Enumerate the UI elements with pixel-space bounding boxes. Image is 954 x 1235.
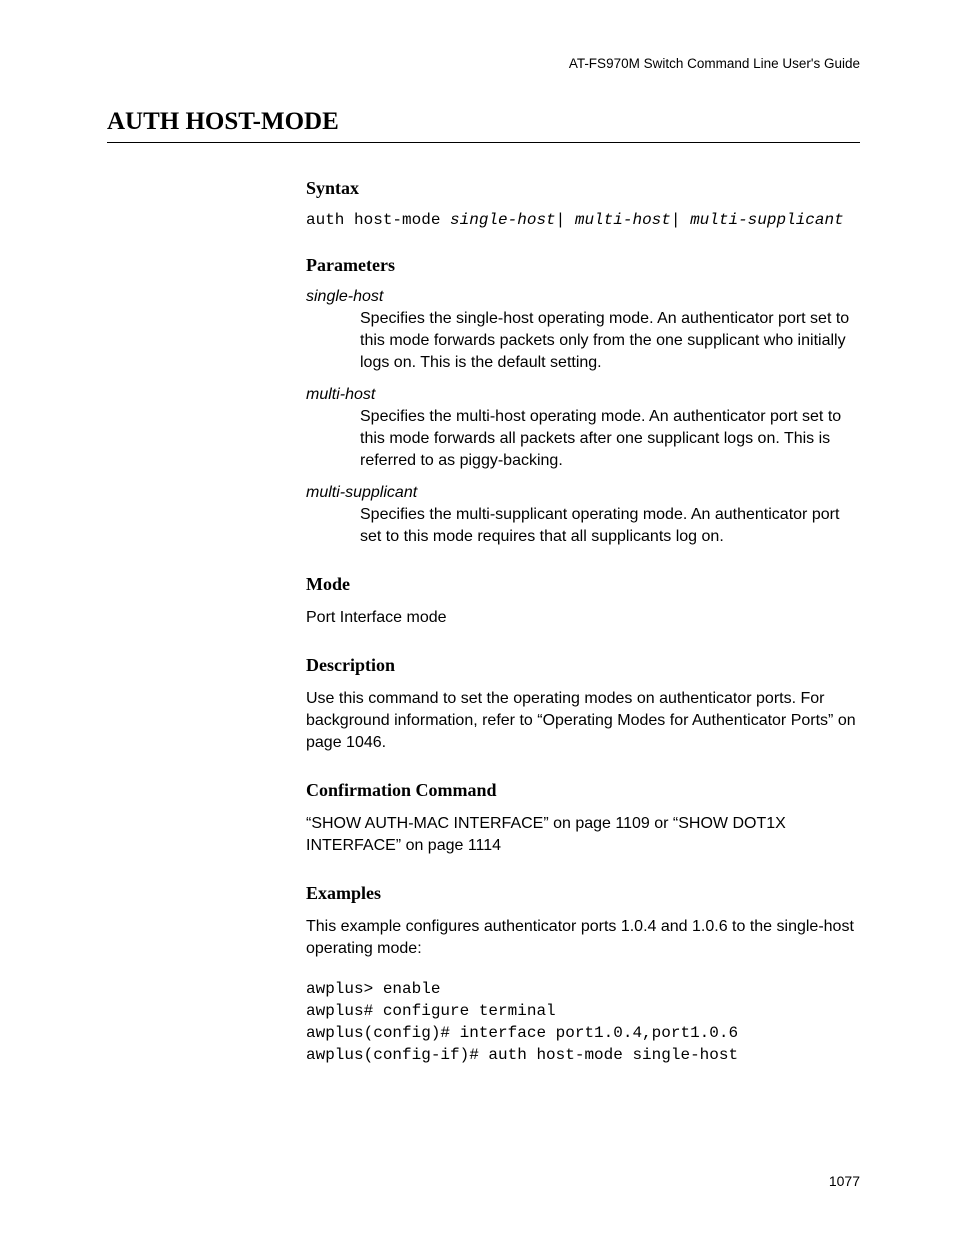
param-term: multi-supplicant [306, 484, 858, 502]
running-header: AT-FS970M Switch Command Line User's Gui… [569, 56, 860, 71]
body-column: Syntax auth host-mode single-host| multi… [306, 178, 858, 1066]
syntax-cmd-prefix: auth host-mode [306, 211, 450, 229]
syntax-cmd-args: single-host| multi-host| multi-supplican… [450, 211, 844, 229]
examples-intro: This example configures authenticator po… [306, 916, 858, 960]
section-parameters-heading: Parameters [306, 255, 858, 276]
syntax-line: auth host-mode single-host| multi-host| … [306, 211, 858, 229]
section-examples-heading: Examples [306, 883, 858, 904]
param-def: Specifies the single-host operating mode… [360, 308, 858, 374]
section-mode-heading: Mode [306, 574, 858, 595]
section-syntax-heading: Syntax [306, 178, 858, 199]
param-term: multi-host [306, 386, 858, 404]
description-text: Use this command to set the operating mo… [306, 688, 858, 754]
param-def: Specifies the multi-supplicant operating… [360, 504, 858, 548]
section-description-heading: Description [306, 655, 858, 676]
page-number: 1077 [829, 1173, 860, 1189]
confirmation-text: “SHOW AUTH-MAC INTERFACE” on page 1109 o… [306, 813, 858, 857]
section-confirmation-heading: Confirmation Command [306, 780, 858, 801]
page-title: AUTH HOST-MODE [107, 108, 860, 143]
mode-text: Port Interface mode [306, 607, 858, 629]
page: AT-FS970M Switch Command Line User's Gui… [0, 0, 954, 1235]
param-term: single-host [306, 288, 858, 306]
param-def: Specifies the multi-host operating mode.… [360, 406, 858, 472]
examples-code: awplus> enable awplus# configure termina… [306, 978, 858, 1066]
